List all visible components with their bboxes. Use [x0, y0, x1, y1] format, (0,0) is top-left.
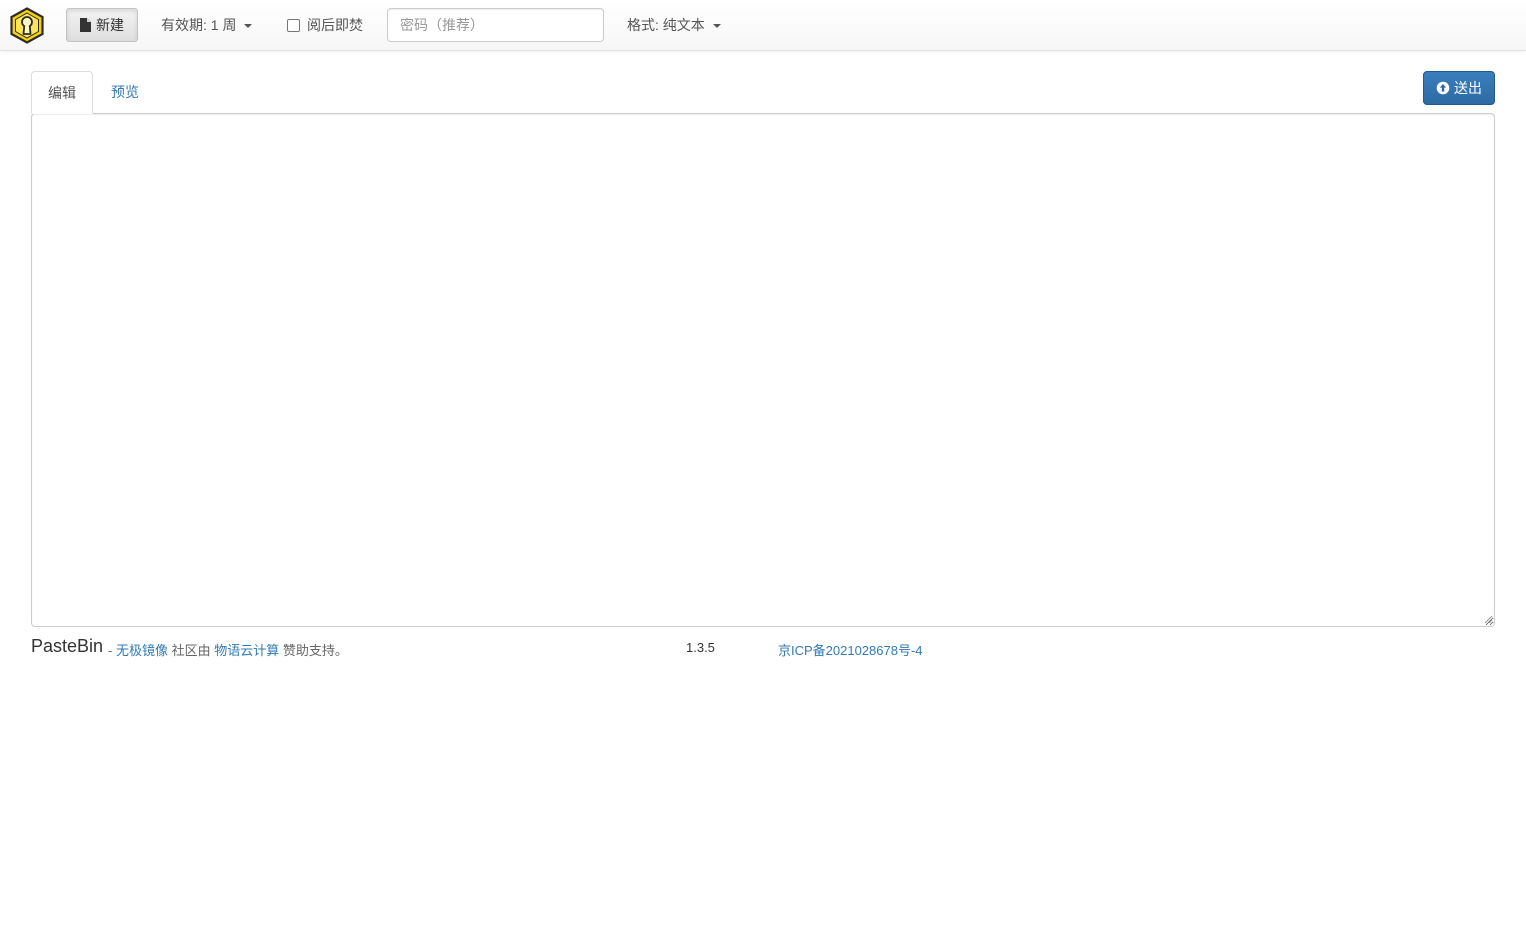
mirror-link[interactable]: 无极镜像 — [116, 643, 168, 658]
new-button-label: 新建 — [96, 17, 124, 33]
expiration-label: 有效期: 1 周 — [161, 17, 237, 33]
icp-license-link[interactable]: 京ICP备2021028678号-4 — [778, 640, 923, 659]
top-navbar: 新建 有效期: 1 周 阅后即焚 格式: 纯文本 — [0, 0, 1526, 51]
brand-name: PasteBin — [31, 636, 104, 656]
upload-circle-icon — [1436, 81, 1450, 95]
resize-handle-icon[interactable] — [1484, 615, 1493, 624]
community-text: 社区由 — [167, 643, 215, 658]
format-dropdown[interactable]: 格式: 纯文本 — [627, 15, 721, 35]
tab-preview[interactable]: 预览 — [93, 71, 155, 113]
send-button[interactable]: 送出 — [1423, 71, 1495, 105]
send-button-label: 送出 — [1454, 80, 1482, 96]
document-icon — [80, 18, 91, 32]
footer-separator: - — [108, 643, 116, 658]
tab-preview-label: 预览 — [111, 84, 139, 100]
support-text: 赞助支持。 — [279, 643, 348, 658]
password-input[interactable] — [387, 8, 604, 42]
version-number: 1.3.5 — [686, 640, 715, 655]
format-label: 格式: 纯文本 — [627, 17, 705, 33]
sponsor-link[interactable]: 物语云计算 — [214, 643, 279, 658]
burn-after-reading-label: 阅后即焚 — [307, 17, 363, 33]
burn-after-reading-option[interactable]: 阅后即焚 — [287, 15, 363, 35]
sponsor-line: - 无极镜像 社区由 物语云计算 赞助支持。 — [108, 640, 348, 659]
burn-after-reading-checkbox[interactable] — [287, 18, 300, 32]
expiration-dropdown[interactable]: 有效期: 1 周 — [161, 15, 253, 35]
footer: PasteBin - 无极镜像 社区由 物语云计算 赞助支持。 1.3.5 京I… — [31, 636, 1495, 658]
keyhole-hexagon-icon[interactable] — [9, 7, 45, 44]
caret-down-icon — [244, 24, 253, 28]
editor-tabs: 编辑 预览 — [31, 71, 155, 114]
tab-edit[interactable]: 编辑 — [31, 71, 93, 114]
caret-down-icon — [712, 24, 721, 28]
tab-edit-label: 编辑 — [48, 84, 76, 101]
new-paste-button[interactable]: 新建 — [66, 8, 138, 42]
paste-text-editor[interactable] — [31, 113, 1495, 627]
